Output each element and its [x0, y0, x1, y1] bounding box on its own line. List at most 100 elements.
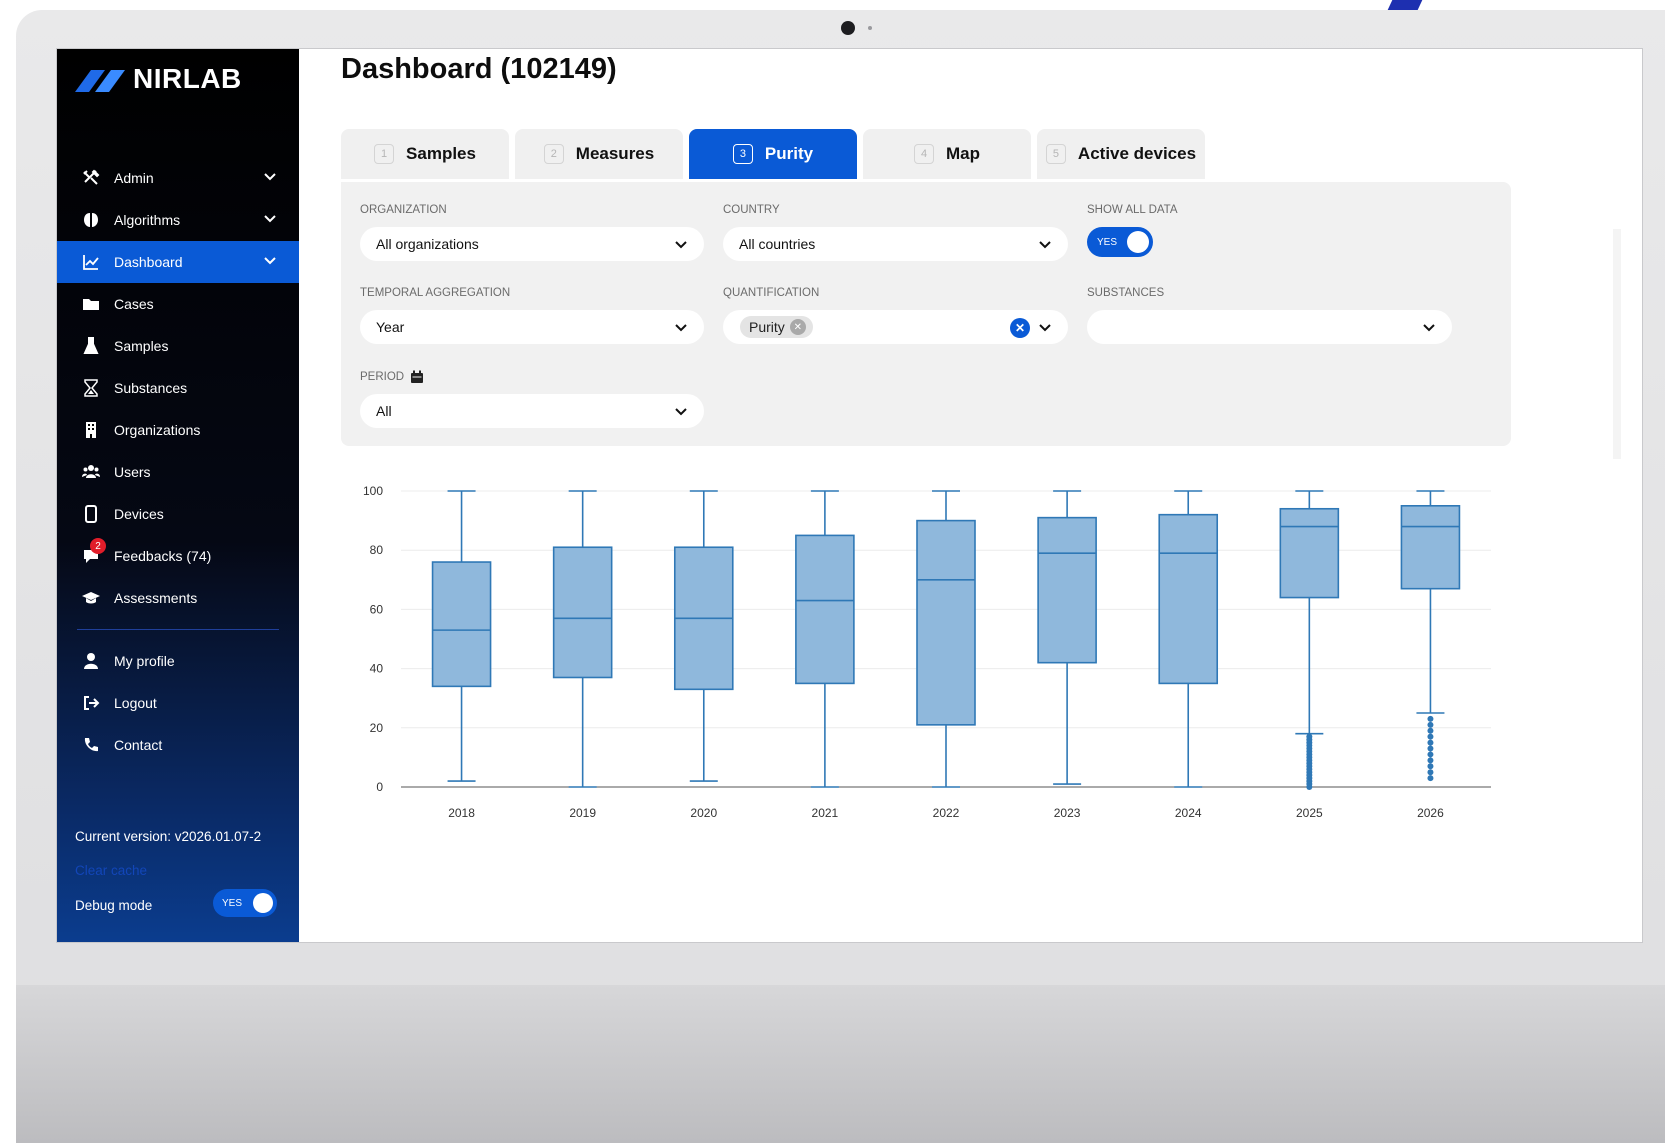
version-text: Current version: v2026.01.07-2 [75, 829, 262, 844]
logo[interactable]: NIRLAB [75, 59, 242, 99]
sidebar-item-logout[interactable]: Logout [57, 682, 299, 724]
chevron-down-icon [675, 408, 687, 416]
outlier-point [1427, 739, 1434, 746]
logout-icon [82, 694, 100, 712]
period-select[interactable]: All [360, 394, 704, 428]
country-value: All countries [739, 236, 816, 252]
chevron-down-icon [1039, 324, 1051, 332]
sidebar-item-users[interactable]: Users [57, 451, 299, 493]
outlier-point [1427, 715, 1434, 722]
sidebar-item-admin[interactable]: Admin [57, 157, 299, 199]
tab-number: 4 [914, 144, 934, 164]
logo-mark-icon [75, 70, 125, 92]
sidebar-item-label: My profile [114, 653, 175, 669]
toggle-knob [1127, 231, 1149, 253]
temporal-aggregation-select[interactable]: Year [360, 310, 704, 344]
period-label-group: PERIOD [360, 370, 424, 384]
sidebar-item-contact[interactable]: Contact [57, 724, 299, 766]
sidebar-item-label: Cases [114, 296, 154, 312]
x-tick-label: 2020 [690, 806, 717, 820]
tab-number: 2 [543, 144, 564, 164]
sidebar-item-organizations[interactable]: Organizations [57, 409, 299, 451]
sidebar-item-algorithms[interactable]: Algorithms [57, 199, 299, 241]
tab-purity[interactable]: 3 Purity [689, 129, 857, 179]
box-2023 [1037, 516, 1097, 664]
sidebar-item-label: Algorithms [114, 212, 181, 228]
clear-selection-icon[interactable]: ✕ [1010, 318, 1030, 338]
x-tick-label: 2023 [1054, 806, 1081, 820]
screen: NIRLAB Admin Algorithms Dashboard Cases Samp… [56, 48, 1643, 943]
country-select[interactable]: All countries [723, 227, 1068, 261]
sidebar-nav: Admin Algorithms Dashboard Cases Samples Subs… [57, 157, 299, 766]
tab-map[interactable]: 4 Map [863, 129, 1031, 179]
y-tick-label: 40 [370, 662, 384, 676]
sidebar-item-assessments[interactable]: Assessments [57, 577, 299, 619]
tab-label: Measures [575, 144, 655, 163]
building-icon [82, 421, 100, 439]
tab-label: Samples [406, 144, 476, 163]
substances-label: SUBSTANCES [1087, 287, 1165, 299]
sidebar-divider [77, 629, 279, 630]
tab-bar: 1 Samples 2 Measures 3 Purity 4 Map 5 Active devi… [341, 129, 1205, 179]
chevron-down-icon [675, 241, 687, 249]
debug-toggle-text: YES [222, 897, 243, 909]
sidebar-item-feedbacks[interactable]: Feedbacks (74) 2 [57, 535, 299, 577]
folder-icon [82, 295, 100, 313]
sidebar-item-devices[interactable]: Devices [57, 493, 299, 535]
tools-icon [82, 169, 100, 187]
device-icon [82, 505, 100, 523]
page-title: Dashboard (102149) [341, 53, 617, 85]
sidebar-item-samples[interactable]: Samples [57, 325, 299, 367]
outlier-point [1427, 727, 1434, 734]
brain-icon [82, 211, 100, 229]
chip-remove-icon[interactable]: ✕ [789, 319, 806, 335]
x-tick-label: 2019 [569, 806, 596, 820]
calendar-icon [411, 370, 424, 383]
sidebar-item-substances[interactable]: Substances [57, 367, 299, 409]
chevron-down-icon [1039, 241, 1051, 249]
box-2021 [795, 534, 855, 685]
outlier-point [1427, 721, 1434, 728]
sidebar-item-cases[interactable]: Cases [57, 283, 299, 325]
chevron-down-icon [264, 215, 276, 223]
outlier-point [1427, 769, 1434, 776]
toggle-knob [253, 893, 273, 913]
tab-label: Purity [764, 144, 814, 163]
quantification-select[interactable]: Purity ✕ ✕ [723, 310, 1068, 344]
chart-line-icon [82, 253, 100, 271]
scrollbar-track[interactable] [1613, 229, 1621, 459]
temporal-aggregation-label: TEMPORAL AGGREGATION [360, 287, 511, 299]
sidebar-item-dashboard[interactable]: Dashboard [57, 241, 299, 283]
tab-active-devices[interactable]: 5 Active devices [1037, 129, 1205, 179]
y-tick-label: 60 [370, 602, 384, 616]
purity-chip[interactable]: Purity ✕ [740, 316, 813, 338]
sidebar-item-label: Devices [114, 506, 164, 522]
filters-panel: ORGANIZATION All organizations COUNTRY A… [341, 182, 1511, 446]
outlier-point [1427, 757, 1434, 764]
period-label: PERIOD [360, 371, 405, 383]
device-chin [16, 985, 1665, 1143]
sidebar-item-my-profile[interactable]: My profile [57, 640, 299, 682]
x-tick-label: 2025 [1296, 806, 1323, 820]
chevron-down-icon [675, 324, 687, 332]
sidebar-item-label: Organizations [114, 422, 201, 438]
show-all-data-label: SHOW ALL DATA [1087, 204, 1178, 216]
outlier-point [1427, 775, 1434, 782]
notification-badge: 2 [90, 538, 106, 554]
sidebar-item-label: Substances [114, 380, 188, 396]
camera-sensor [868, 26, 872, 30]
sidebar-item-label: Assessments [114, 590, 198, 606]
show-all-data-toggle[interactable]: YES [1087, 227, 1153, 257]
debug-mode-toggle[interactable]: YES [213, 889, 277, 917]
organization-select[interactable]: All organizations [360, 227, 704, 261]
brand-name: NIRLAB [133, 63, 242, 94]
outlier-point [1427, 751, 1434, 758]
sidebar-item-label: Logout [114, 695, 157, 711]
user-icon [82, 652, 100, 670]
tab-measures[interactable]: 2 Measures [515, 129, 683, 179]
phone-icon [82, 736, 100, 754]
organization-value: All organizations [376, 236, 479, 252]
tab-samples[interactable]: 1 Samples [341, 129, 509, 179]
substances-select[interactable] [1087, 310, 1452, 344]
clear-cache-link[interactable]: Clear cache [75, 863, 147, 878]
